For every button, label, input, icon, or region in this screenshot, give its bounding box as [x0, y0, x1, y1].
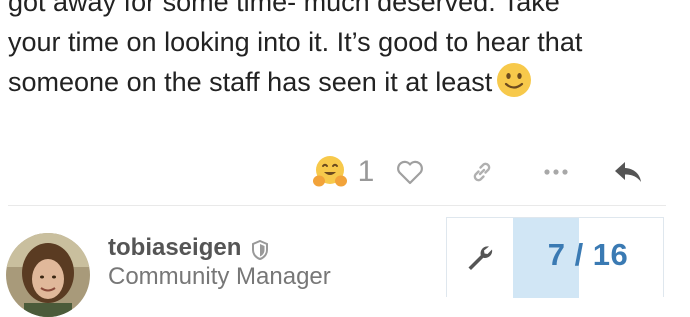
avatar[interactable]: [6, 233, 90, 317]
post-body: got away for some time- much deserved. T…: [8, 0, 648, 102]
link-icon[interactable]: [464, 150, 500, 194]
slightly-smiling-face-icon: [496, 62, 532, 98]
heart-icon[interactable]: [392, 150, 428, 194]
post-line-3: someone on the staff has seen it at leas…: [8, 62, 648, 102]
post-divider: [8, 205, 666, 206]
user-title: Community Manager: [108, 263, 331, 290]
user-info: tobiaseigen: [108, 233, 269, 263]
ellipsis-icon[interactable]: [538, 150, 574, 194]
username-link[interactable]: tobiaseigen: [108, 233, 241, 263]
hugging-face-icon[interactable]: [310, 150, 350, 194]
topic-timeline: 7 / 16: [446, 217, 664, 298]
wrench-icon[interactable]: [447, 218, 513, 298]
timeline-position[interactable]: 7 / 16: [513, 218, 663, 292]
post-actions: 1: [300, 150, 660, 194]
reply-icon[interactable]: [608, 150, 648, 194]
post-line-2: your time on looking into it. It’s good …: [8, 27, 583, 57]
reaction-count[interactable]: 1: [354, 150, 378, 194]
post-line-1: got away for some time- much deserved. T…: [8, 0, 560, 17]
post-line-3-text: someone on the staff has seen it at leas…: [8, 67, 493, 97]
shield-icon: [251, 238, 269, 261]
